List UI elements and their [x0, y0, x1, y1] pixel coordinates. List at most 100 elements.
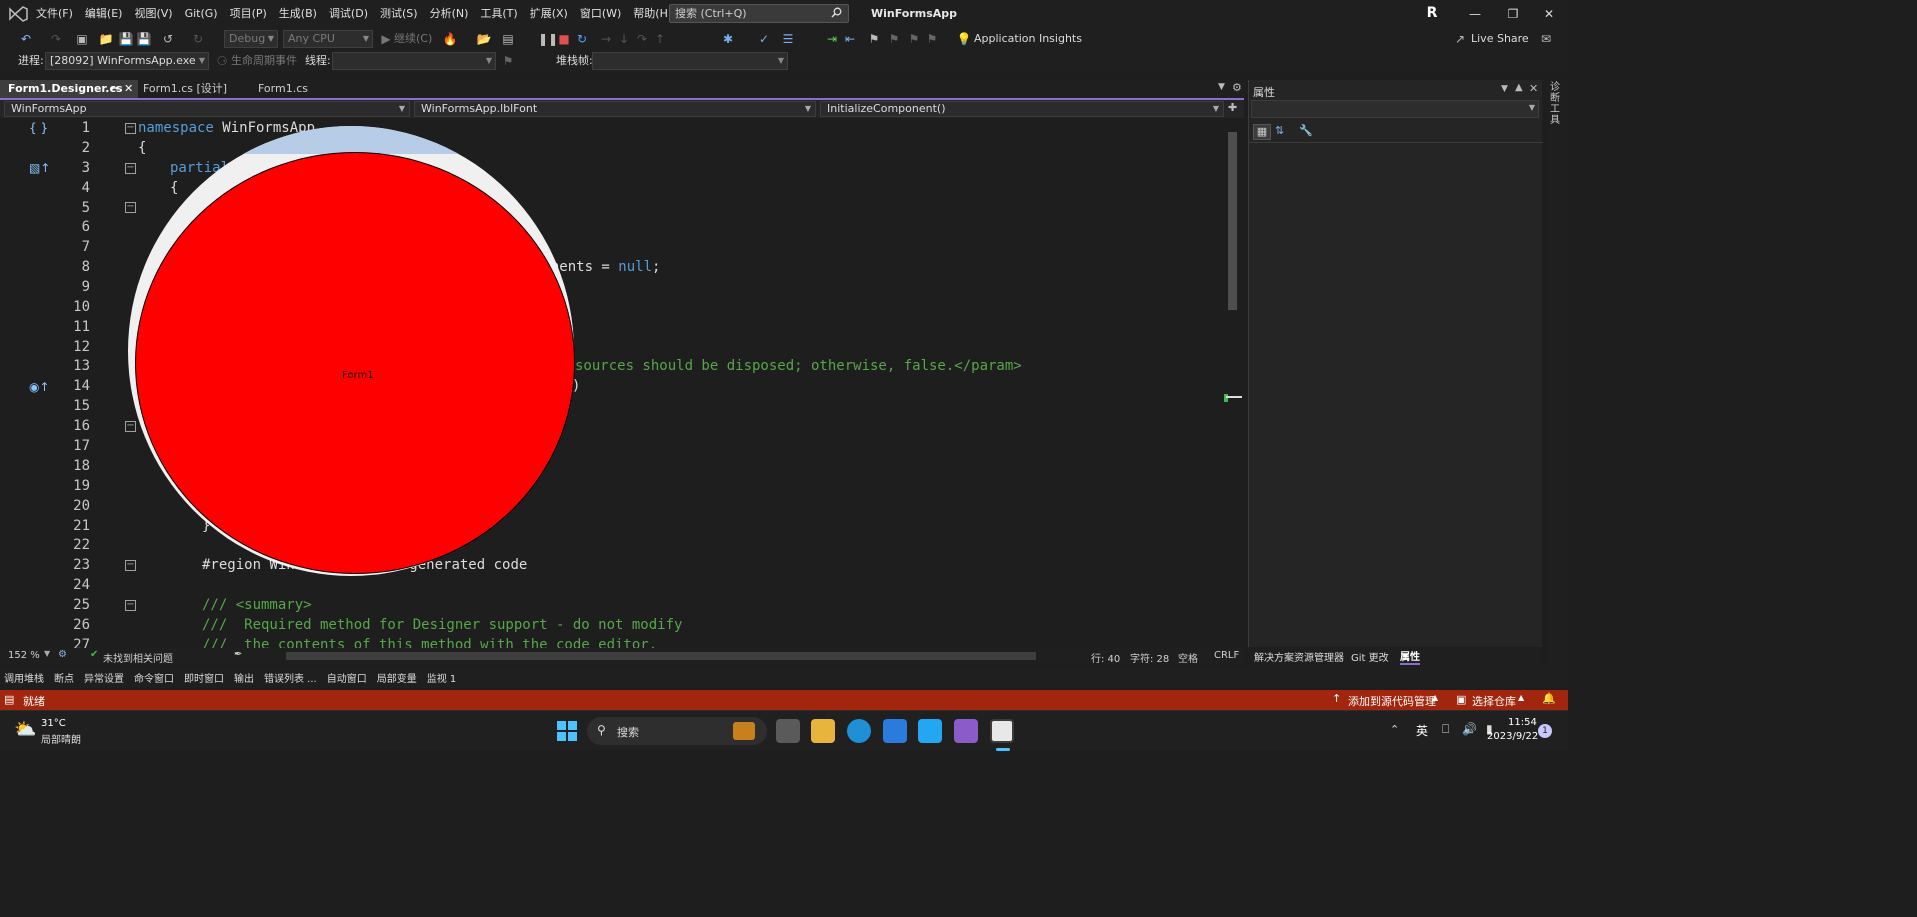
tab-error-list[interactable]: 错误列表 ...: [264, 670, 317, 685]
menu-debug[interactable]: 调试(D): [323, 0, 374, 28]
line-indicator[interactable]: 行: 40: [1091, 650, 1120, 665]
outdent-icon[interactable]: ⇤: [842, 31, 858, 47]
tab-form1-design[interactable]: Form1.cs [设计]: [135, 80, 250, 98]
visual-studio-taskbar-icon[interactable]: [954, 719, 978, 743]
feedback-icon[interactable]: ✉: [1538, 31, 1554, 47]
back-icon[interactable]: ↶: [18, 31, 34, 47]
pause-icon[interactable]: ❚❚: [538, 31, 558, 47]
tab-properties[interactable]: 属性: [1400, 648, 1420, 665]
platform-dropdown[interactable]: Any CPU ▼: [283, 30, 373, 48]
whitespace-indicator[interactable]: 空格: [1178, 650, 1198, 665]
settings-icon[interactable]: ⚙: [1232, 81, 1242, 94]
tab-exception-settings[interactable]: 异常设置: [84, 670, 124, 685]
tab-call-stack[interactable]: 调用堆栈: [4, 670, 44, 685]
live-share-button[interactable]: Live Share: [1471, 28, 1529, 50]
stackframe-dropdown[interactable]: ▼: [592, 52, 788, 70]
tab-immediate-window[interactable]: 即时窗口: [184, 670, 224, 685]
step-into-icon[interactable]: ↓: [616, 31, 632, 47]
restart-icon[interactable]: ↻: [574, 31, 590, 47]
minimize-icon[interactable]: —: [1456, 0, 1494, 28]
breakpoint-override-icon[interactable]: ◉↑: [29, 380, 50, 396]
prev-bookmark-icon[interactable]: ⚑: [886, 31, 902, 47]
form-red-circle[interactable]: [135, 152, 575, 574]
diagnostic-tools-tab[interactable]: 诊断工具: [1550, 82, 1562, 126]
stop-icon[interactable]: ■: [556, 31, 572, 47]
weather-temp[interactable]: 31°C: [41, 718, 66, 729]
close-icon[interactable]: ✕: [1529, 82, 1538, 95]
next-bookmark-icon[interactable]: ⚑: [906, 31, 922, 47]
step-over-icon[interactable]: ↷: [634, 31, 650, 47]
undo-icon[interactable]: ↺: [160, 31, 176, 47]
scrollbar-thumb[interactable]: [1228, 132, 1237, 310]
clear-bookmarks-icon[interactable]: ⚑: [924, 31, 940, 47]
vertical-scrollbar[interactable]: [1224, 118, 1242, 648]
type-dropdown[interactable]: WinFormsApp.lblFont ▼: [414, 101, 816, 117]
horizontal-scrollbar[interactable]: [286, 652, 1036, 660]
store-icon[interactable]: [883, 719, 907, 743]
tab-solution-explorer[interactable]: 解决方案资源管理器: [1254, 649, 1344, 664]
file-explorer-icon[interactable]: [811, 719, 835, 743]
menu-analyze[interactable]: 分析(N): [424, 0, 475, 28]
show-next-statement-icon[interactable]: →: [598, 31, 614, 47]
menu-build[interactable]: 生成(B): [273, 0, 323, 28]
collapse-icon[interactable]: −: [125, 421, 136, 432]
chevron-down-icon[interactable]: ▼: [1501, 84, 1508, 94]
clock-time[interactable]: 11:54: [1508, 717, 1537, 728]
menu-file[interactable]: 文件(F): [30, 0, 79, 28]
search-input[interactable]: 搜索 (Ctrl+Q): [669, 4, 849, 23]
menu-test[interactable]: 测试(S): [374, 0, 424, 28]
char-indicator[interactable]: 字符: 28: [1130, 650, 1169, 665]
bookmark-icon[interactable]: ⚑: [866, 31, 882, 47]
vscode-icon[interactable]: [918, 719, 942, 743]
restore-icon[interactable]: ❐: [1494, 0, 1532, 28]
new-item-icon[interactable]: ▣: [74, 31, 90, 47]
clock-date[interactable]: 2023/9/22: [1487, 731, 1538, 742]
tab-output[interactable]: 输出: [234, 670, 254, 685]
save-all-icon[interactable]: 💾: [136, 31, 152, 47]
form-title-bar[interactable]: [128, 126, 574, 154]
copilot-icon[interactable]: ⚙: [58, 649, 67, 660]
redo-icon[interactable]: ↻: [190, 31, 206, 47]
object-selector-dropdown[interactable]: ▼: [1251, 100, 1539, 118]
hot-reload-icon[interactable]: 🔥: [442, 31, 458, 47]
collapse-icon[interactable]: −: [125, 163, 136, 174]
alphabetical-icon[interactable]: ⇅: [1275, 124, 1284, 137]
select-repository-button[interactable]: 选择仓库: [1472, 693, 1516, 709]
close-tab-icon[interactable]: ✕: [124, 80, 133, 98]
notifications-icon[interactable]: 🔔: [1542, 692, 1556, 705]
layout-icon[interactable]: ▤: [500, 31, 516, 47]
tab-overflow-icon[interactable]: ▼: [1218, 82, 1225, 92]
weather-desc[interactable]: 局部晴朗: [41, 731, 81, 746]
notification-count-badge[interactable]: 1: [1538, 724, 1552, 738]
property-pages-icon[interactable]: 🔧: [1299, 124, 1313, 137]
tab-git-changes[interactable]: Git 更改: [1351, 649, 1389, 664]
process-dropdown[interactable]: [28092] WinFormsApp.exe ▼: [45, 52, 209, 70]
tab-form1-designer[interactable]: Form1.Designer.cs ⊷ ✕: [0, 80, 138, 98]
pin-icon[interactable]: ⊷: [110, 80, 119, 98]
flag-icon[interactable]: ⚑: [500, 53, 516, 69]
tray-overflow-icon[interactable]: ⌃: [1390, 723, 1399, 736]
line-ending-indicator[interactable]: CRLF: [1214, 650, 1239, 661]
taskbar-search[interactable]: ⚲ 搜索: [587, 717, 767, 745]
track-active-icon[interactable]: ☰: [780, 31, 796, 47]
forward-icon[interactable]: ↷: [48, 31, 64, 47]
chevron-down-icon[interactable]: ▼: [44, 649, 50, 658]
continue-label[interactable]: 继续(C): [394, 28, 432, 50]
collapse-icon[interactable]: −: [125, 202, 136, 213]
chevron-up-icon[interactable]: ▲: [1432, 693, 1438, 702]
brush-icon[interactable]: ✒: [234, 649, 242, 660]
solution-config-dropdown[interactable]: Debug ▼: [224, 30, 278, 48]
tab-locals[interactable]: 局部变量: [377, 670, 417, 685]
open-folder-icon[interactable]: 📁: [98, 31, 114, 47]
windows-start-icon[interactable]: [557, 721, 577, 741]
pin-icon[interactable]: ▲: [1515, 82, 1523, 93]
app-insights-button[interactable]: Application Insights: [974, 28, 1082, 50]
project-dropdown[interactable]: WinFormsApp ▼: [4, 101, 410, 117]
menu-git[interactable]: Git(G): [179, 0, 224, 28]
split-editor-icon[interactable]: ✚: [1228, 101, 1237, 114]
menu-tools[interactable]: 工具(T): [474, 0, 523, 28]
issues-status[interactable]: 未找到相关问题: [103, 650, 173, 665]
categorized-icon[interactable]: ▦: [1253, 124, 1271, 140]
volume-icon[interactable]: 🔊: [1462, 722, 1477, 736]
tab-autos[interactable]: 自动窗口: [327, 670, 367, 685]
